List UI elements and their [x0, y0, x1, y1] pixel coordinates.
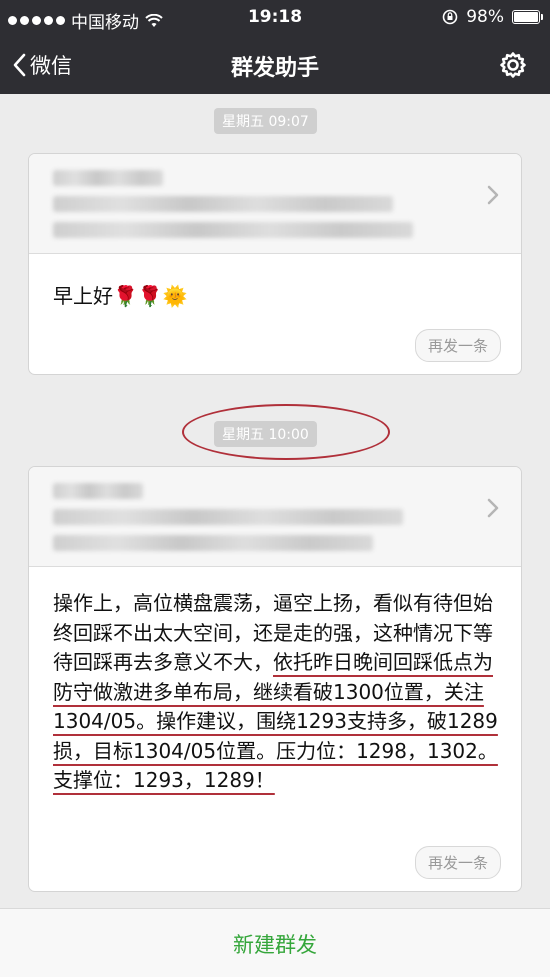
navigation-bar: 微信 群发助手: [0, 36, 550, 94]
resend-button[interactable]: 再发一条: [414, 329, 501, 362]
blurred-recipients: [53, 509, 403, 525]
message-text: 操作上，高位横盘震荡，逼空上扬，看似有待但始终回踩不出太大空间，还是走的强，这种…: [53, 589, 509, 796]
blurred-recipients: [53, 196, 393, 212]
message-card: 早上好🌹🌹🌞 再发一条: [28, 153, 522, 375]
blurred-recipients: [53, 170, 163, 186]
recipient-list-row[interactable]: [29, 467, 521, 567]
status-indicators: 98%: [442, 7, 543, 27]
status-bar: 中国移动 19:18 98%: [0, 0, 550, 36]
gear-icon[interactable]: [498, 50, 528, 80]
rotation-lock-icon: [442, 9, 458, 25]
chevron-right-icon: [487, 498, 499, 518]
blurred-recipients: [53, 222, 413, 238]
resend-button[interactable]: 再发一条: [414, 846, 501, 879]
chevron-right-icon: [487, 185, 499, 205]
annotation-circle: [182, 404, 390, 460]
battery-percent: 98%: [466, 7, 504, 27]
battery-fill: [514, 12, 538, 22]
blurred-recipients: [53, 535, 373, 551]
message-card: 操作上，高位横盘震荡，逼空上扬，看似有待但始终回踩不出太大空间，还是走的强，这种…: [28, 466, 522, 892]
new-broadcast-button[interactable]: 新建群发: [0, 929, 550, 959]
timestamp-badge: 星期五 09:07: [214, 108, 317, 134]
recipient-list-row[interactable]: [29, 154, 521, 254]
page-title: 群发助手: [230, 56, 319, 81]
message-text: 早上好🌹🌹🌞: [53, 284, 188, 308]
blurred-recipients: [53, 483, 143, 499]
bottom-bar: 新建群发: [0, 908, 550, 977]
battery-icon: [512, 10, 543, 24]
